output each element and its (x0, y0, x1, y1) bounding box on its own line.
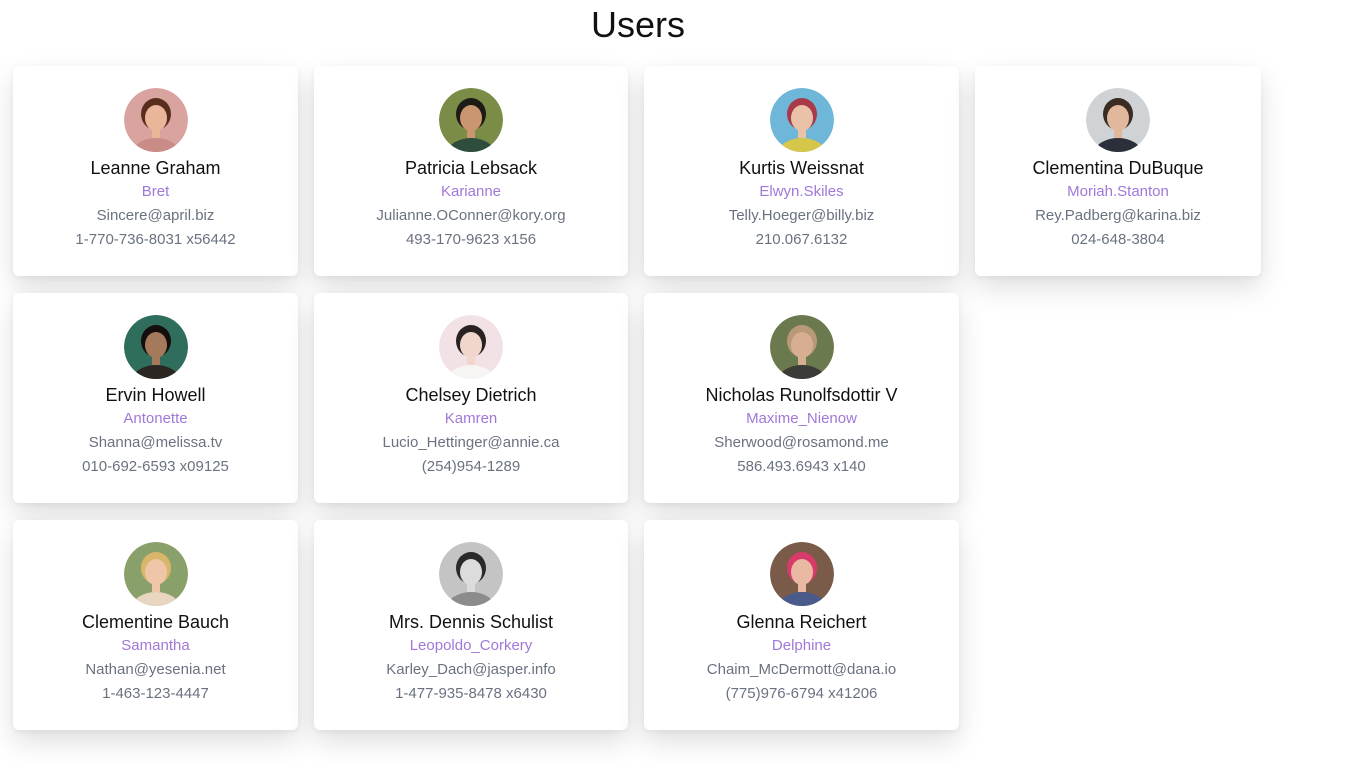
user-name: Clementine Bauch (81, 612, 230, 632)
user-username: Antonette (123, 410, 188, 427)
avatar-image (123, 88, 188, 152)
user-email: Rey.Padberg@karina.biz (1035, 207, 1201, 224)
user-username: Samantha (121, 637, 190, 654)
user-email: Sherwood@rosamond.me (714, 434, 889, 451)
user-name: Nicholas Runolfsdottir V (705, 385, 898, 405)
user-card: Mrs. Dennis Schulist Leopoldo_Corkery Ka… (314, 520, 628, 730)
user-card: Nicholas Runolfsdottir V Maxime_Nienow S… (644, 293, 959, 503)
avatar-image (439, 315, 503, 379)
avatar-image (439, 542, 503, 606)
user-username: Karianne (440, 183, 502, 200)
user-username: Kamren (444, 410, 498, 427)
avatar (123, 315, 188, 379)
user-name: Mrs. Dennis Schulist (388, 612, 554, 632)
user-name: Chelsey Dietrich (405, 385, 537, 405)
avatar (1086, 88, 1150, 152)
avatar-image (769, 315, 834, 379)
user-phone: (775)976-6794 x41206 (725, 685, 878, 702)
user-phone: 1-463-123-4447 (102, 685, 209, 702)
avatar (439, 88, 503, 152)
user-email: Telly.Hoeger@billy.biz (728, 207, 875, 224)
avatar (769, 88, 834, 152)
user-phone: 1-770-736-8031 x56442 (75, 231, 236, 248)
page-title: Users (590, 4, 685, 45)
user-username: Elwyn.Skiles (759, 183, 844, 200)
avatar-image (439, 88, 503, 152)
user-card: Ervin Howell Antonette Shanna@melissa.tv… (13, 293, 298, 503)
user-name: Ervin Howell (105, 385, 206, 405)
user-card: Leanne Graham Bret Sincere@april.biz 1-7… (13, 66, 298, 276)
user-email: Karley_Dach@jasper.info (386, 661, 556, 678)
user-phone: 024-648-3804 (1071, 231, 1165, 248)
user-username: Moriah.Stanton (1067, 183, 1169, 200)
user-card: Kurtis Weissnat Elwyn.Skiles Telly.Hoege… (644, 66, 959, 276)
avatar-image (1086, 88, 1150, 152)
user-phone: 493-170-9623 x156 (405, 231, 537, 248)
avatar (769, 542, 834, 606)
avatar (123, 88, 188, 152)
user-name: Leanne Graham (90, 158, 221, 178)
user-name: Kurtis Weissnat (739, 158, 864, 178)
user-phone: 586.493.6943 x140 (737, 458, 866, 475)
avatar-image (769, 542, 834, 606)
avatar-image (769, 88, 834, 152)
avatar (439, 315, 503, 379)
user-username: Leopoldo_Corkery (409, 637, 533, 654)
user-card: Clementina DuBuque Moriah.Stanton Rey.Pa… (975, 66, 1261, 276)
user-phone: (254)954-1289 (421, 458, 521, 475)
user-username: Bret (141, 183, 170, 200)
user-name: Patricia Lebsack (404, 158, 538, 178)
avatar (769, 315, 834, 379)
user-card: Patricia Lebsack Karianne Julianne.OConn… (314, 66, 628, 276)
user-email: Nathan@yesenia.net (85, 661, 226, 678)
user-email: Shanna@melissa.tv (88, 434, 223, 451)
avatar (123, 542, 188, 606)
user-email: Chaim_McDermott@dana.io (706, 661, 897, 678)
user-phone: 010-692-6593 x09125 (82, 458, 229, 475)
user-username: Maxime_Nienow (746, 410, 857, 427)
user-card: Clementine Bauch Samantha Nathan@yesenia… (13, 520, 298, 730)
user-name: Clementina DuBuque (1032, 158, 1204, 178)
user-phone: 1-477-935-8478 x6430 (395, 685, 547, 702)
user-email: Lucio_Hettinger@annie.ca (382, 434, 560, 451)
avatar-image (123, 542, 188, 606)
user-card: Glenna Reichert Delphine Chaim_McDermott… (644, 520, 959, 730)
user-email: Julianne.OConner@kory.org (376, 207, 566, 224)
avatar-image (123, 315, 188, 379)
avatar (439, 542, 503, 606)
user-phone: 210.067.6132 (755, 231, 848, 248)
user-email: Sincere@april.biz (96, 207, 215, 224)
user-name: Glenna Reichert (736, 612, 867, 632)
user-card: Chelsey Dietrich Kamren Lucio_Hettinger@… (314, 293, 628, 503)
user-username: Delphine (771, 637, 832, 654)
